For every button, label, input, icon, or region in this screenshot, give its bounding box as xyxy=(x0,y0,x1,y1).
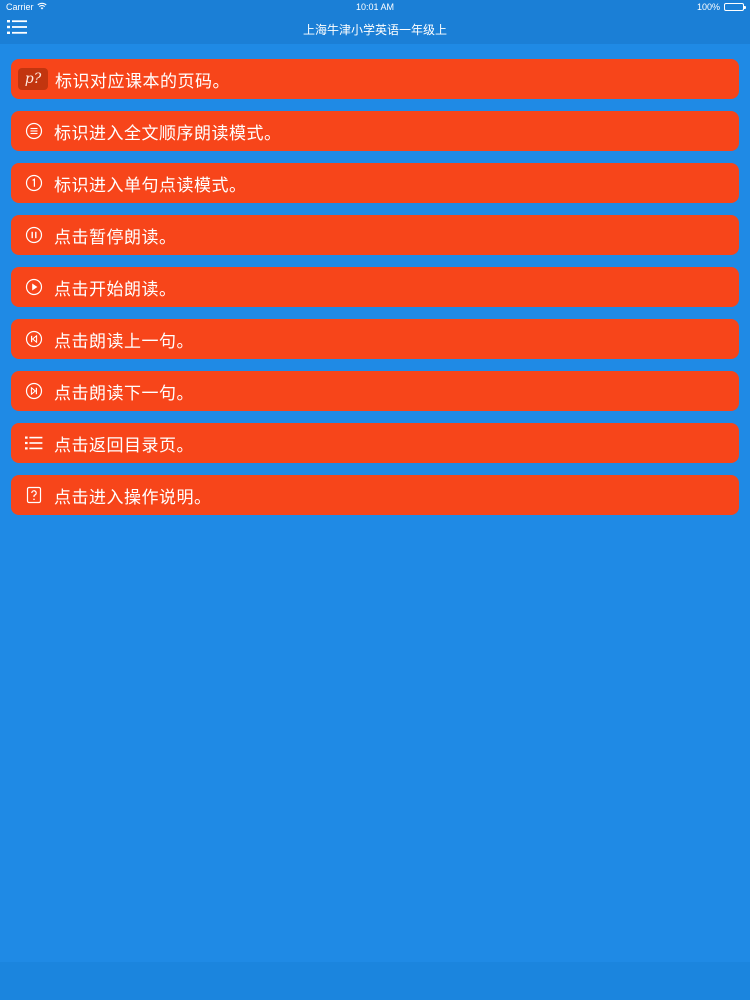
next-icon xyxy=(23,380,45,402)
play-icon xyxy=(23,276,45,298)
bottom-bar xyxy=(0,962,750,1000)
list-item-next[interactable]: 点击朗读下一句。 xyxy=(11,371,739,411)
list-item-label: 标识对应课本的页码。 xyxy=(55,71,230,92)
list-item-label: 点击朗读下一句。 xyxy=(54,383,194,404)
list-item-label: 点击返回目录页。 xyxy=(54,435,194,456)
list-item-full-text-mode[interactable]: 标识进入全文顺序朗读模式。 xyxy=(11,111,739,151)
page-title: 上海牛津小学英语一年级上 xyxy=(302,23,447,37)
nav-bar: 上海牛津小学英语一年级上 xyxy=(0,14,750,44)
list-item-previous[interactable]: 点击朗读上一句。 xyxy=(11,319,739,359)
list-item-pause[interactable]: 点击暂停朗读。 xyxy=(11,215,739,255)
list-item-help[interactable]: 点击进入操作说明。 xyxy=(11,475,739,515)
pause-icon xyxy=(23,224,45,246)
status-bar: Carrier 10:01 AM 100% xyxy=(0,0,750,14)
list-item-label: 标识进入单句点读模式。 xyxy=(54,175,247,196)
list-item-label: 点击开始朗读。 xyxy=(54,279,177,300)
battery-icon xyxy=(724,3,746,11)
list-item-single-sentence-mode[interactable]: 标识进入单句点读模式。 xyxy=(11,163,739,203)
status-right: 100% xyxy=(696,2,746,12)
list-item-label: 标识进入全文顺序朗读模式。 xyxy=(54,123,282,144)
battery-percent: 100% xyxy=(696,2,720,12)
help-icon xyxy=(23,484,45,506)
list-item-label: 点击朗读上一句。 xyxy=(54,331,194,352)
full-text-read-icon xyxy=(23,120,45,142)
list-item-page-number[interactable]: p? 标识对应课本的页码。 xyxy=(11,59,739,99)
status-time: 10:01 AM xyxy=(355,2,395,12)
list-item-label: 点击进入操作说明。 xyxy=(54,487,212,508)
list-icon xyxy=(23,432,45,454)
page-number-icon: p? xyxy=(18,68,48,90)
list-item-back-to-contents[interactable]: 点击返回目录页。 xyxy=(11,423,739,463)
single-sentence-icon xyxy=(23,172,45,194)
legend-list: p? 标识对应课本的页码。 标识进入全文顺序朗读模式。 标识进入单句点读模式。 xyxy=(11,59,739,527)
list-item-label: 点击暂停朗读。 xyxy=(54,227,177,248)
previous-icon xyxy=(23,328,45,350)
list-item-play[interactable]: 点击开始朗读。 xyxy=(11,267,739,307)
